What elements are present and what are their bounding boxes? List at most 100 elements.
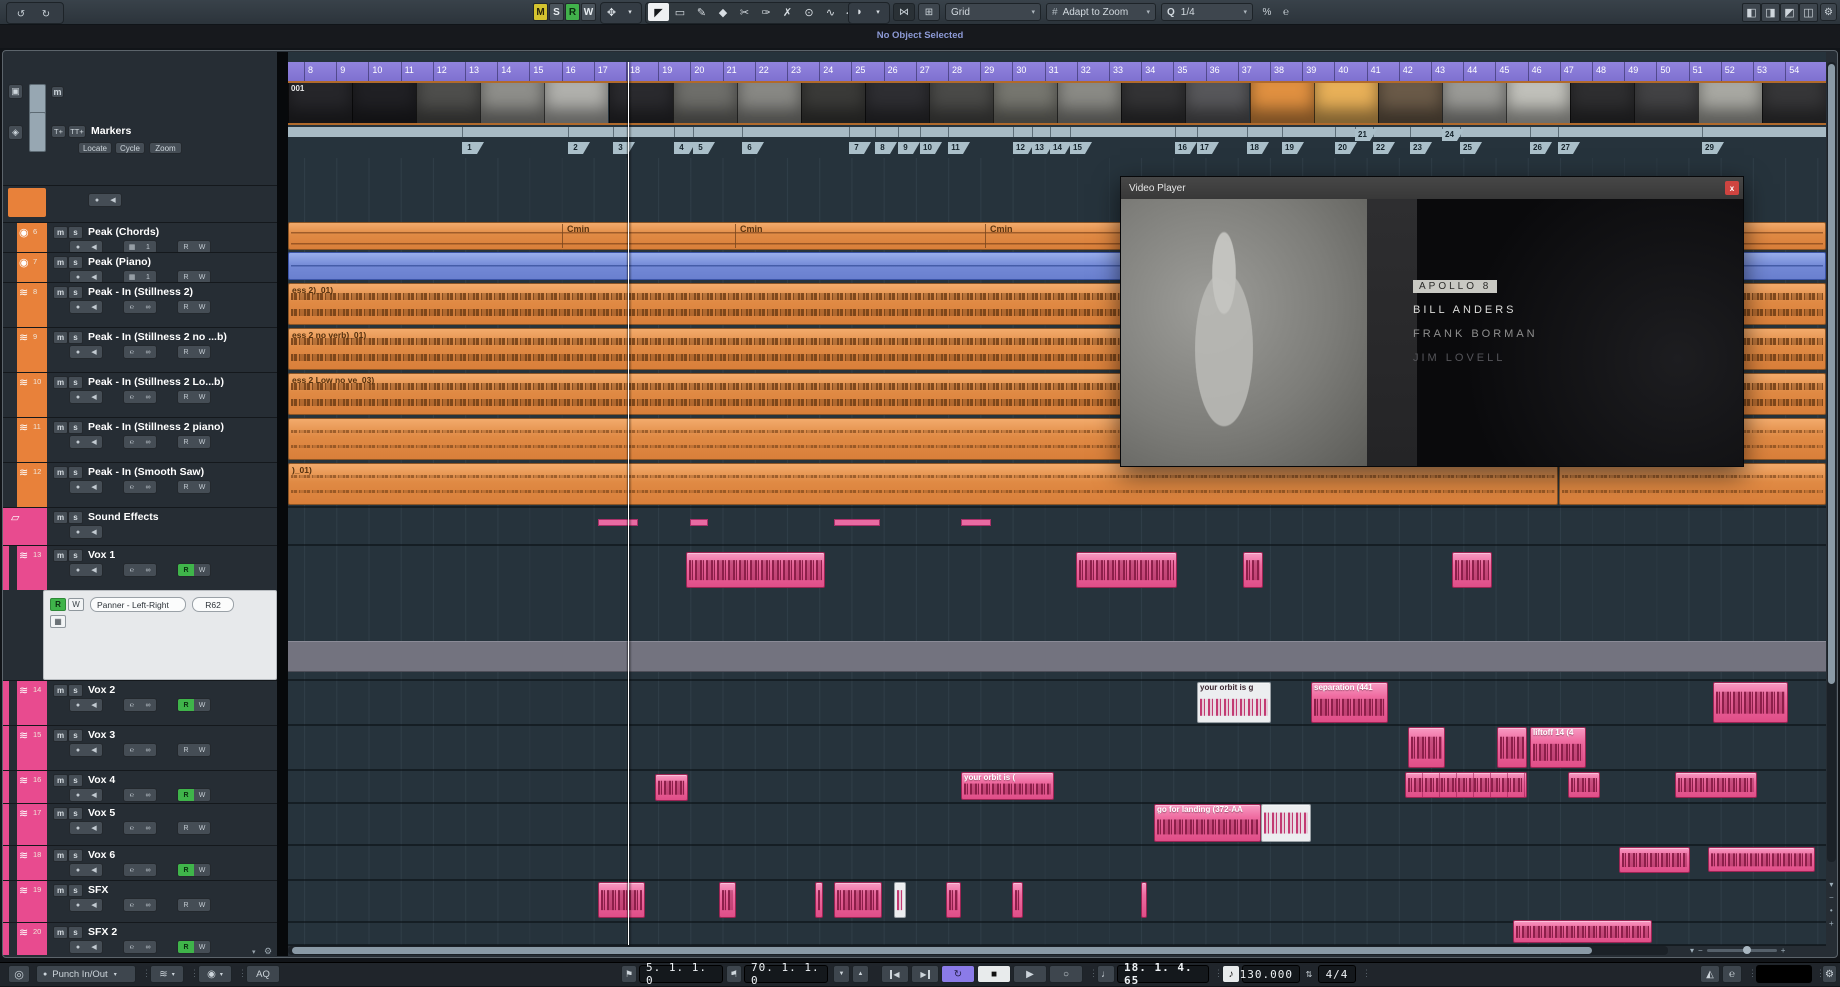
cycle-button[interactable]: ↻ bbox=[941, 965, 975, 983]
stereo-icon[interactable]: ∞ bbox=[140, 391, 156, 403]
read-write-buttons[interactable]: RW bbox=[177, 300, 211, 314]
stereo-icon[interactable]: ∞ bbox=[140, 346, 156, 358]
track-row-vox-2[interactable]: ≋14msVox 2●◀℮∞RW bbox=[3, 680, 277, 725]
left-locator-value[interactable]: 5. 1. 1. 0 bbox=[639, 965, 723, 983]
edit-stereo-buttons[interactable]: ℮∞ bbox=[123, 480, 157, 494]
read-automation-button[interactable]: R bbox=[178, 241, 194, 252]
track-mute-button[interactable]: m bbox=[53, 226, 68, 239]
audio-clip[interactable]: go for landing (372-AA bbox=[1154, 804, 1261, 842]
record-icon[interactable]: ● bbox=[70, 941, 86, 953]
audio-clip[interactable] bbox=[686, 552, 825, 588]
ruler-bar-22[interactable]: 22 bbox=[755, 62, 769, 82]
folder-record-monitor-buttons[interactable]: ●◀ bbox=[88, 193, 122, 207]
transport-gear-icon[interactable]: ⚙ bbox=[1822, 965, 1837, 983]
ruler-bar-27[interactable]: 27 bbox=[916, 62, 930, 82]
record-monitor-buttons[interactable]: ●◀ bbox=[69, 863, 103, 877]
drum-map-icon[interactable]: ▦ bbox=[124, 241, 140, 252]
record-monitor-buttons[interactable]: ●◀ bbox=[69, 300, 103, 314]
video-mute-button[interactable]: m bbox=[51, 86, 64, 98]
read-automation-button[interactable]: R bbox=[178, 436, 194, 448]
read-automation-button[interactable]: R bbox=[178, 271, 194, 282]
record-icon[interactable]: ● bbox=[70, 864, 86, 876]
track-mute-button[interactable]: m bbox=[53, 774, 68, 787]
markers-track-row[interactable]: ◈ T+ TT+ Markers Locate Cycle Zoom bbox=[3, 107, 277, 157]
record-icon[interactable]: ● bbox=[70, 526, 86, 538]
marker-flag-27[interactable]: 27 bbox=[1558, 142, 1573, 154]
edit-stereo-buttons[interactable]: ℮∞ bbox=[123, 940, 157, 954]
stereo-icon[interactable]: ∞ bbox=[140, 744, 156, 756]
audio-clip[interactable]: liftoff 14 (4 bbox=[1530, 727, 1586, 768]
monitor-icon[interactable]: ◀ bbox=[86, 301, 102, 313]
track-solo-button[interactable]: s bbox=[68, 884, 83, 897]
toolbar-setup-gear-icon[interactable]: ⚙ bbox=[1820, 3, 1837, 21]
ruler-bar-37[interactable]: 37 bbox=[1238, 62, 1252, 82]
ruler-bar-25[interactable]: 25 bbox=[851, 62, 865, 82]
left-locator-flag-icon[interactable]: ⚑ bbox=[621, 965, 637, 983]
marker-scale-bar[interactable] bbox=[288, 127, 1826, 137]
automation-m-button[interactable]: M bbox=[533, 3, 548, 21]
ruler-bar-20[interactable]: 20 bbox=[690, 62, 704, 82]
audio-clip[interactable]: separation (441 bbox=[1311, 682, 1388, 723]
marker-flag-11[interactable]: 11 bbox=[948, 142, 963, 154]
ruler-bar-43[interactable]: 43 bbox=[1431, 62, 1445, 82]
ruler-bar-44[interactable]: 44 bbox=[1463, 62, 1477, 82]
track-row-sound-effects[interactable]: ▱msSound Effects●◀ bbox=[3, 507, 277, 545]
ruler-bar-38[interactable]: 38 bbox=[1270, 62, 1284, 82]
record-icon[interactable]: ● bbox=[70, 271, 86, 282]
range-selection-tool[interactable]: ▭ bbox=[670, 3, 691, 21]
primary-time-display[interactable]: 18. 1. 4. 65 bbox=[1117, 965, 1209, 983]
track-solo-button[interactable]: s bbox=[68, 926, 83, 939]
record-monitor-buttons[interactable]: ●◀ bbox=[69, 563, 103, 577]
audio-clip[interactable]: your orbit is ( bbox=[961, 772, 1054, 800]
read-write-buttons[interactable]: RW bbox=[177, 345, 211, 359]
ruler-bar-17[interactable]: 17 bbox=[594, 62, 608, 82]
ruler-bar-36[interactable]: 36 bbox=[1206, 62, 1220, 82]
video-player-window[interactable]: Video Player x APOLLO 8BILL ANDERSFRANK … bbox=[1120, 176, 1744, 467]
automation-lane-band[interactable] bbox=[288, 641, 1826, 672]
snap-toggle-button[interactable]: ⋈ bbox=[893, 3, 915, 21]
drum-map-icon[interactable]: ▦ bbox=[124, 271, 140, 282]
lane-value-box[interactable]: R62 bbox=[192, 597, 234, 612]
punch-in-icon[interactable]: ▼ bbox=[833, 965, 850, 983]
quantize-dropdown[interactable]: Q 1/4▾ bbox=[1161, 3, 1253, 21]
record-icon[interactable]: ● bbox=[70, 899, 86, 911]
read-write-buttons[interactable]: RW bbox=[177, 240, 211, 252]
monitor-icon[interactable]: ◀ bbox=[86, 822, 102, 834]
track-row-peak-in-stillness-2-lo-b-[interactable]: ≋10msPeak - In (Stillness 2 Lo...b)●◀℮∞R… bbox=[3, 372, 277, 417]
marker-flag-23[interactable]: 23 bbox=[1410, 142, 1425, 154]
marker-flag-14[interactable]: 14 bbox=[1050, 142, 1065, 154]
marker-flag-20[interactable]: 20 bbox=[1335, 142, 1350, 154]
time-format-icon[interactable]: ♩ bbox=[1097, 965, 1115, 983]
track-solo-button[interactable]: s bbox=[68, 286, 83, 299]
stereo-icon[interactable]: ∞ bbox=[140, 822, 156, 834]
monitor-icon[interactable]: ◀ bbox=[86, 436, 102, 448]
ruler-bar-10[interactable]: 10 bbox=[368, 62, 382, 82]
marker-flag-5[interactable]: 5 bbox=[693, 142, 708, 154]
marker-flag-4[interactable]: 4 bbox=[674, 142, 689, 154]
read-automation-button[interactable]: R bbox=[178, 346, 194, 358]
record-icon[interactable]: ● bbox=[70, 391, 86, 403]
track-solo-button[interactable]: s bbox=[68, 849, 83, 862]
marker-flag-24[interactable]: 24 bbox=[1442, 129, 1457, 141]
edit-channel-icon[interactable]: ℮ bbox=[124, 564, 140, 576]
snap-type-button[interactable]: ⊞ bbox=[918, 3, 940, 21]
lane-write-button[interactable]: W bbox=[68, 598, 84, 611]
record-monitor-buttons[interactable]: ●◀ bbox=[69, 345, 103, 359]
track-mute-button[interactable]: m bbox=[53, 684, 68, 697]
monitor-icon[interactable]: ◀ bbox=[86, 481, 102, 493]
monitor-icon[interactable]: ◀ bbox=[86, 941, 102, 953]
record-icon[interactable]: ● bbox=[70, 789, 86, 801]
ruler-bar-51[interactable]: 51 bbox=[1689, 62, 1703, 82]
audio-clip[interactable] bbox=[1568, 772, 1600, 798]
write-automation-button[interactable]: W bbox=[194, 941, 210, 953]
read-write-buttons[interactable]: RW bbox=[177, 390, 211, 404]
record-monitor-buttons[interactable]: ●◀ bbox=[69, 525, 103, 539]
ruler-bar-48[interactable]: 48 bbox=[1592, 62, 1606, 82]
undo-button[interactable]: ↺ bbox=[10, 5, 32, 23]
monitor-icon[interactable]: ◀ bbox=[86, 564, 102, 576]
marker-flag-10[interactable]: 10 bbox=[920, 142, 935, 154]
video-track-row[interactable]: ▣ m bbox=[3, 80, 277, 107]
marker-flag-7[interactable]: 7 bbox=[849, 142, 864, 154]
sync-icon[interactable]: ℮ bbox=[1722, 965, 1742, 983]
record-monitor-buttons[interactable]: ●◀ bbox=[69, 743, 103, 757]
